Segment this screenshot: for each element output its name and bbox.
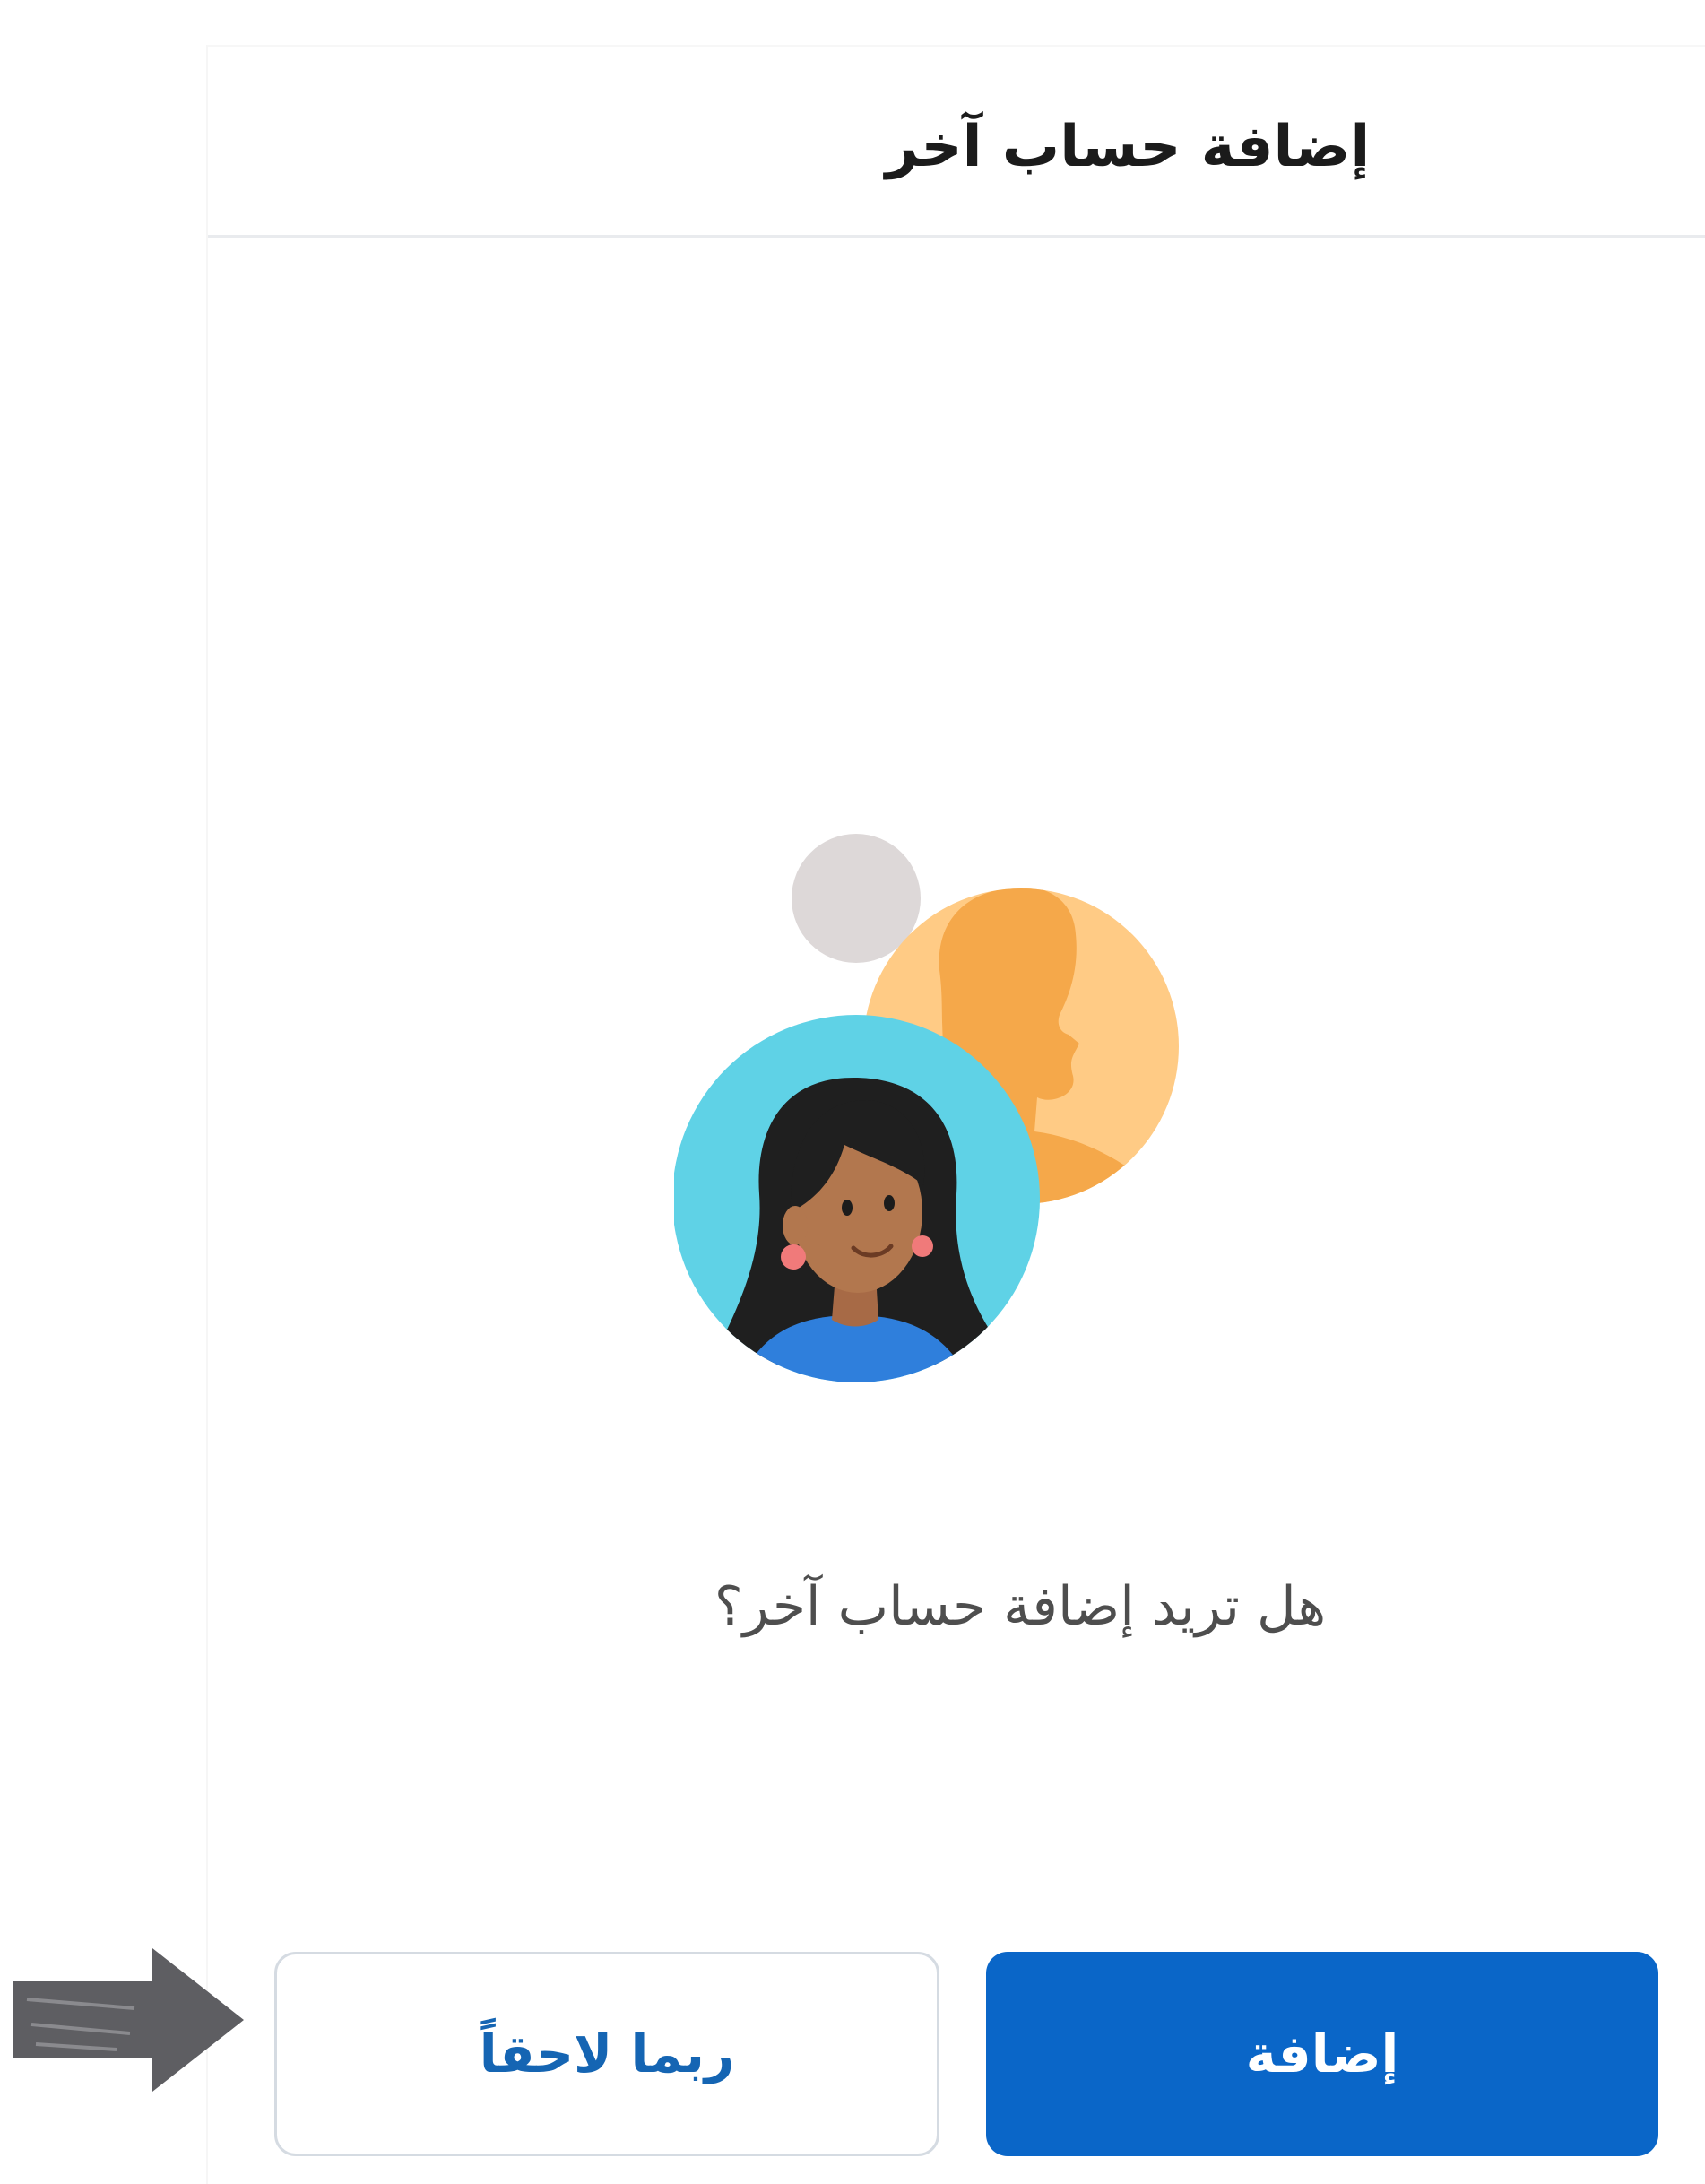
add-account-question: هل تريد إضافة حساب آخر؟ [714,1575,1327,1638]
placeholder-circle-icon [792,834,921,963]
add-account-dialog: إضافة حساب آخر هل تريد إضافة حساب آخر؟ ر… [206,45,1705,2184]
add-account-avatars-illustration [674,834,1179,1382]
dialog-header: إضافة حساب آخر [208,47,1705,238]
add-button[interactable]: إضافة [986,1952,1658,2156]
dialog-title: إضافة حساب آخر [885,114,1371,180]
pointing-arrow-icon [13,1948,244,2092]
woman-avatar-icon [674,1015,1040,1382]
maybe-later-button[interactable]: ربما لاحقاً [274,1952,939,2156]
